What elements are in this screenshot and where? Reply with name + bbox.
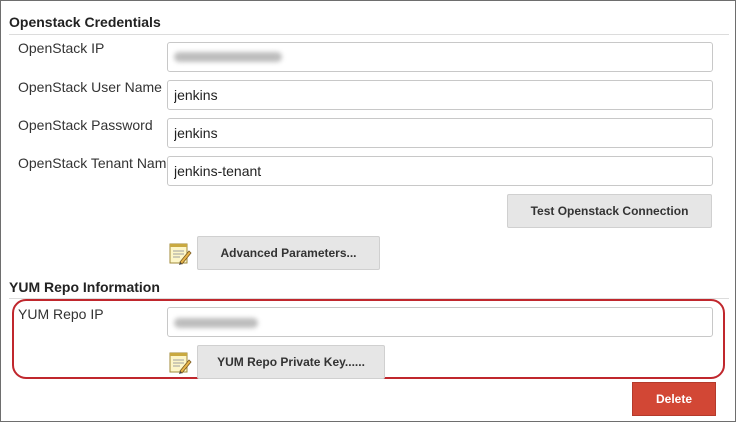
yum-repo-ip-label: YUM Repo IP: [18, 306, 104, 322]
openstack-user-name-field[interactable]: [167, 80, 713, 110]
openstack-tenant-name-field[interactable]: [167, 156, 713, 186]
openstack-tenant-name-label: OpenStack Tenant Name: [18, 155, 175, 171]
yum-repo-private-key-button[interactable]: YUM Repo Private Key......: [197, 345, 385, 379]
openstack-password-label: OpenStack Password: [18, 117, 153, 133]
config-panel: Openstack Credentials OpenStack IP OpenS…: [0, 0, 736, 422]
openstack-section-divider: [9, 34, 729, 35]
redacted-yum-ip-value: [174, 318, 258, 328]
openstack-section-header: Openstack Credentials: [9, 14, 161, 30]
notepad-edit-icon: [169, 352, 192, 374]
delete-button[interactable]: Delete: [632, 382, 716, 416]
openstack-ip-field[interactable]: [167, 42, 713, 72]
test-openstack-connection-button[interactable]: Test Openstack Connection: [507, 194, 712, 228]
redacted-ip-value: [174, 52, 282, 62]
openstack-ip-label: OpenStack IP: [18, 40, 105, 56]
notepad-edit-icon: [169, 243, 192, 265]
openstack-user-name-label: OpenStack User Name: [18, 79, 162, 95]
advanced-parameters-button[interactable]: Advanced Parameters...: [197, 236, 380, 270]
yum-repo-ip-field[interactable]: [167, 307, 713, 337]
yum-section-header: YUM Repo Information: [9, 279, 160, 295]
openstack-password-field[interactable]: [167, 118, 713, 148]
